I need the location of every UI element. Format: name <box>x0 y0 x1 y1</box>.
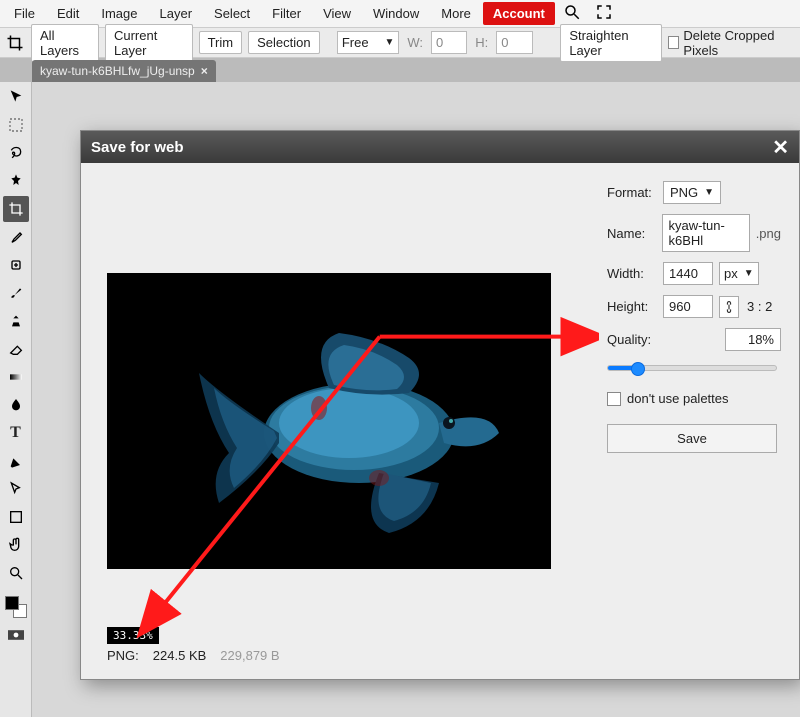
dialog-titlebar: Save for web ✕ <box>81 131 799 163</box>
eyedropper-tool-icon[interactable] <box>3 224 29 250</box>
close-dialog-icon[interactable]: ✕ <box>772 135 789 160</box>
clone-tool-icon[interactable] <box>3 308 29 334</box>
marquee-tool-icon[interactable] <box>3 112 29 138</box>
pen-tool-icon[interactable] <box>3 448 29 474</box>
blur-tool-icon[interactable] <box>3 392 29 418</box>
width-label: Width: <box>607 266 657 281</box>
chevron-down-icon: ▼ <box>744 268 754 279</box>
heal-tool-icon[interactable] <box>3 252 29 278</box>
name-input[interactable]: kyaw-tun-k6BHl <box>662 214 749 252</box>
move-tool-icon[interactable] <box>3 84 29 110</box>
path-select-tool-icon[interactable] <box>3 476 29 502</box>
height-input[interactable]: 960 <box>663 295 713 318</box>
tab-bar: kyaw-tun-k6BHLfw_jUg-unsp × <box>0 58 800 82</box>
menu-layer[interactable]: Layer <box>150 2 203 25</box>
document-tab-label: kyaw-tun-k6BHLfw_jUg-unsp <box>40 64 195 78</box>
file-format-label: PNG: <box>107 648 139 663</box>
brush-tool-icon[interactable] <box>3 280 29 306</box>
opt-current-layer[interactable]: Current Layer <box>105 24 193 62</box>
gradient-tool-icon[interactable] <box>3 364 29 390</box>
palettes-label: don't use palettes <box>627 391 729 406</box>
hand-tool-icon[interactable] <box>3 532 29 558</box>
dialog-title: Save for web <box>91 139 184 156</box>
name-ext: .png <box>756 226 781 241</box>
opt-h-label: H: <box>473 35 490 50</box>
lasso-tool-icon[interactable] <box>3 140 29 166</box>
opt-all-layers[interactable]: All Layers <box>31 24 99 62</box>
file-size: 224.5 KB <box>153 648 207 663</box>
crop-tool-icon-active[interactable] <box>3 196 29 222</box>
quality-input[interactable]: 18% <box>725 328 781 351</box>
dialog-controls-pane: Format: PNG▼ Name: kyaw-tun-k6BHl .png W… <box>599 163 799 679</box>
zoom-tool-icon[interactable] <box>3 560 29 586</box>
chevron-down-icon: ▼ <box>384 37 394 48</box>
quality-label: Quality: <box>607 332 651 347</box>
menu-edit[interactable]: Edit <box>47 2 89 25</box>
zoom-level-badge[interactable]: 33.33% <box>107 627 159 644</box>
fish-image <box>107 273 551 569</box>
menu-account[interactable]: Account <box>483 2 555 25</box>
dialog-preview-pane: 33.33% PNG: 224.5 KB 229,879 B <box>81 163 599 679</box>
menu-image[interactable]: Image <box>91 2 147 25</box>
color-swatches[interactable] <box>3 594 29 620</box>
eraser-tool-icon[interactable] <box>3 336 29 362</box>
height-label: Height: <box>607 299 657 314</box>
menu-more[interactable]: More <box>431 2 481 25</box>
shape-tool-icon[interactable] <box>3 504 29 530</box>
opt-ratio-label: Free <box>342 35 369 50</box>
link-aspect-icon[interactable] <box>719 296 739 318</box>
file-bytes: 229,879 B <box>220 648 279 663</box>
opt-delete-cropped-label: Delete Cropped Pixels <box>683 28 796 58</box>
width-unit-select[interactable]: px▼ <box>719 262 759 285</box>
opt-w-label: W: <box>405 35 425 50</box>
aspect-ratio: 3 : 2 <box>747 299 772 314</box>
image-preview[interactable] <box>107 273 551 569</box>
menu-window[interactable]: Window <box>363 2 429 25</box>
format-label: Format: <box>607 185 657 200</box>
menu-select[interactable]: Select <box>204 2 260 25</box>
opt-delete-cropped[interactable]: Delete Cropped Pixels <box>668 28 796 58</box>
name-label: Name: <box>607 226 656 241</box>
opt-selection[interactable]: Selection <box>248 31 319 54</box>
opt-ratio-select[interactable]: Free ▼ <box>337 31 400 54</box>
chevron-down-icon: ▼ <box>704 187 714 198</box>
checkbox-icon <box>607 392 621 406</box>
quick-mask-icon[interactable] <box>3 622 29 648</box>
opt-straighten[interactable]: Straighten Layer <box>560 24 662 62</box>
type-tool-icon[interactable]: T <box>3 420 29 446</box>
palettes-checkbox[interactable]: don't use palettes <box>607 391 781 406</box>
menu-file[interactable]: File <box>4 2 45 25</box>
menu-filter[interactable]: Filter <box>262 2 311 25</box>
opt-trim[interactable]: Trim <box>199 31 243 54</box>
tool-column: T <box>0 82 32 717</box>
save-for-web-dialog: Save for web ✕ <box>80 130 800 680</box>
close-tab-icon[interactable]: × <box>201 64 208 78</box>
width-input[interactable]: 1440 <box>663 262 713 285</box>
crop-tool-icon[interactable] <box>4 30 25 56</box>
options-bar: All Layers Current Layer Trim Selection … <box>0 28 800 58</box>
menu-view[interactable]: View <box>313 2 361 25</box>
wand-tool-icon[interactable] <box>3 168 29 194</box>
opt-width-input[interactable]: 0 <box>431 31 467 54</box>
file-info: PNG: 224.5 KB 229,879 B <box>107 648 589 663</box>
format-select[interactable]: PNG▼ <box>663 181 721 204</box>
opt-height-input[interactable]: 0 <box>496 31 532 54</box>
slider-thumb[interactable] <box>631 362 645 376</box>
document-tab[interactable]: kyaw-tun-k6BHLfw_jUg-unsp × <box>32 60 216 82</box>
checkbox-icon <box>668 36 680 49</box>
save-button[interactable]: Save <box>607 424 777 453</box>
quality-slider[interactable] <box>607 365 777 371</box>
